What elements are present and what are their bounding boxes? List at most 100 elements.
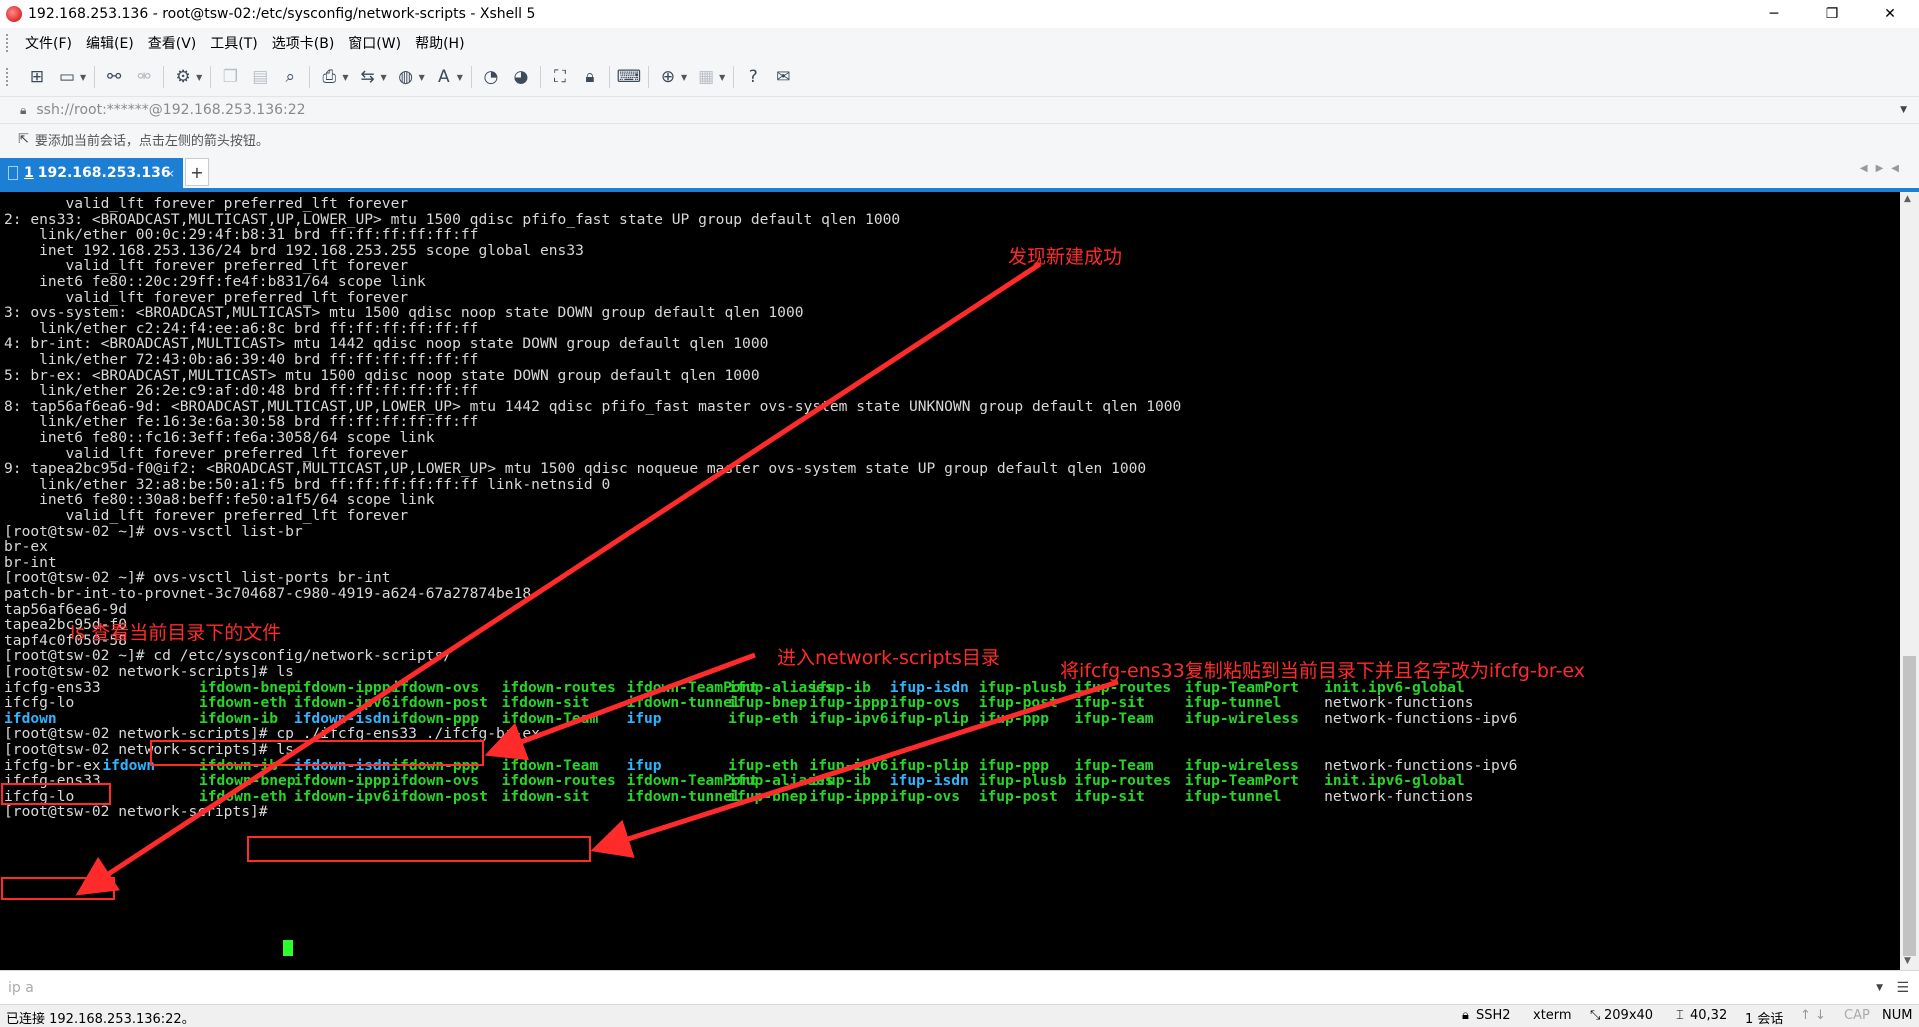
globe-icon[interactable]: ◍ xyxy=(395,66,417,88)
xmanager-icon[interactable]: ◕ xyxy=(510,66,532,88)
ls-entry: ifdown-tunnel xyxy=(626,787,741,805)
tab-scroll-arrows-icon[interactable]: ◀▶◀ xyxy=(1860,163,1907,174)
toolbar-separator xyxy=(94,66,96,88)
fullscreen-icon[interactable]: ⛶ xyxy=(549,66,571,88)
menu-window[interactable]: 窗口(W) xyxy=(341,33,408,53)
menu-tools[interactable]: 工具(T) xyxy=(203,33,264,53)
toolbar-separator xyxy=(210,66,212,88)
tab-label: 192.168.253.136 xyxy=(37,165,171,181)
session-hint-bar: ⇱ 要添加当前会话，点击左侧的箭头按钮。 xyxy=(0,123,1919,154)
tab-session-1[interactable]: 1 192.168.253.136 × xyxy=(0,158,183,188)
scroll-down-icon[interactable]: ▼ xyxy=(1904,956,1911,966)
terminal-line: [root@tsw-02 network-scripts]# xyxy=(4,802,276,821)
session-nav-arrows-icon[interactable]: ↑ ↓ xyxy=(1800,1008,1826,1023)
transfer-dropdown-icon[interactable]: ▼ xyxy=(380,73,386,82)
ls-entry: ifup xyxy=(626,709,662,727)
chat-icon[interactable]: ✉ xyxy=(772,66,794,88)
print-icon[interactable]: ⎙ xyxy=(318,66,340,88)
cursor-pos-icon: ⌶ xyxy=(1676,1008,1684,1023)
menu-bar: 文件(F) 编辑(E) 查看(V) 工具(T) 选项卡(B) 窗口(W) 帮助(… xyxy=(0,28,1919,58)
highlight-cd-command xyxy=(150,740,484,766)
toolbar-separator xyxy=(470,66,472,88)
toolbar-separator xyxy=(539,66,541,88)
restore-button[interactable]: ❐ xyxy=(1803,0,1861,28)
address-bar: 🔒︎ ssh://root:******@192.168.253.136:22 … xyxy=(0,96,1919,123)
add-tab-dropdown-icon[interactable]: ▼ xyxy=(681,73,687,82)
command-input[interactable]: ip a xyxy=(8,980,34,996)
lock-icon: 🔒︎ xyxy=(20,102,27,117)
ls-entry: ifup-tunnel xyxy=(1184,787,1282,805)
title-bar: 192.168.253.136 - root@tsw-02:/etc/sysco… xyxy=(0,0,1919,28)
layout-icon[interactable]: ▦ xyxy=(695,66,717,88)
properties-dropdown-icon[interactable]: ▼ xyxy=(196,73,202,82)
add-tab-icon[interactable]: ⊕ xyxy=(657,66,679,88)
command-dropdown-icon[interactable]: ▼ xyxy=(1876,983,1883,993)
address-dropdown-icon[interactable]: ▼ xyxy=(1900,105,1907,115)
ssh-lock-icon: 🔒︎ xyxy=(1462,1008,1469,1023)
menu-grip xyxy=(6,34,12,52)
open-dropdown-icon[interactable]: ▼ xyxy=(80,73,86,82)
ls-entry: network-functions-ipv6 xyxy=(1324,709,1518,727)
toolbar-separator xyxy=(309,66,311,88)
ls-entry: ifup-ippp xyxy=(809,787,889,805)
terminal-line-text: [root@tsw-02 network-scripts]# xyxy=(4,803,277,821)
menu-file[interactable]: 文件(F) xyxy=(18,33,79,53)
annotation-enter-dir: 进入network-scripts目录 xyxy=(777,647,1000,669)
scrollbar-thumb[interactable] xyxy=(1903,656,1916,956)
new-session-icon[interactable]: ⊞ xyxy=(26,66,48,88)
font-icon[interactable]: A xyxy=(433,66,455,88)
transfer-icon[interactable]: ⇆ xyxy=(356,66,378,88)
ls-entry: ifup-ovs xyxy=(889,787,961,805)
print-dropdown-icon[interactable]: ▼ xyxy=(342,73,348,82)
keyboard-icon[interactable]: ⌨ xyxy=(617,66,642,88)
ls-entry: ifup-ppp xyxy=(978,709,1049,727)
minimize-button[interactable]: ─ xyxy=(1745,0,1803,28)
ls-entry: ifdown-ipv6 xyxy=(293,787,391,805)
layout-dropdown-icon[interactable]: ▼ xyxy=(719,73,725,82)
lock-icon[interactable]: 🔒︎ xyxy=(579,66,601,88)
window-title: 192.168.253.136 - root@tsw-02:/etc/sysco… xyxy=(28,6,536,22)
menu-edit[interactable]: 编辑(E) xyxy=(79,33,141,53)
command-menu-icon[interactable]: ☰ xyxy=(1896,980,1909,996)
paste-icon[interactable]: ▤ xyxy=(249,66,271,88)
add-tab-button[interactable]: + xyxy=(185,158,209,186)
window-controls: ─ ❐ ✕ xyxy=(1745,0,1919,28)
menu-help[interactable]: 帮助(H) xyxy=(408,33,471,53)
terminal-line: [root@tsw-02 ~]# ovs-vsctl list-br xyxy=(4,522,303,541)
ls-entry: ifup-wireless xyxy=(1184,709,1299,727)
xftp-icon[interactable]: ◔ xyxy=(480,66,502,88)
highlight-ifcfg-br-ex xyxy=(1,877,115,900)
scroll-up-icon[interactable]: ▲ xyxy=(1904,194,1911,204)
help-icon[interactable]: ? xyxy=(742,66,764,88)
font-dropdown-icon[interactable]: ▼ xyxy=(457,73,463,82)
ls-entry: ifup-post xyxy=(978,787,1058,805)
ls-entry: ifdown xyxy=(102,756,156,774)
ls-entry: ifdown-post xyxy=(391,787,488,805)
ls-entry: ifup-eth xyxy=(728,709,799,727)
menu-tabs[interactable]: 选项卡(B) xyxy=(265,33,342,53)
toolbar-grip xyxy=(6,68,12,86)
reconnect-icon[interactable]: ⚯ xyxy=(103,66,125,88)
ls-entry: ifup-plip xyxy=(889,709,969,727)
open-folder-icon[interactable]: ▭ xyxy=(56,66,78,88)
ls-entry: ifup-Team xyxy=(1074,709,1154,727)
copy-icon[interactable]: ❐ xyxy=(219,66,241,88)
tab-close-icon[interactable]: × xyxy=(166,167,175,180)
annotation-found-success: 发现新建成功 xyxy=(1008,246,1123,268)
status-cap: CAP xyxy=(1844,1008,1870,1023)
terminal-scrollbar[interactable]: ▲ ▼ xyxy=(1900,192,1919,970)
terminal-line-text: [root@tsw-02 ~]# ovs-vsctl list-br xyxy=(4,522,303,540)
session-add-arrow-icon[interactable]: ⇱ xyxy=(18,132,29,147)
globe-dropdown-icon[interactable]: ▼ xyxy=(419,73,425,82)
address-input[interactable]: ssh://root:******@192.168.253.136:22 xyxy=(36,102,305,118)
resize-icon: ⤡ xyxy=(1590,1008,1601,1023)
status-protocol: SSH2 xyxy=(1476,1008,1511,1023)
ls-entry: ifup-sit xyxy=(1074,787,1145,805)
close-button[interactable]: ✕ xyxy=(1861,0,1919,28)
tab-number: 1 xyxy=(24,165,34,181)
menu-view[interactable]: 查看(V) xyxy=(141,33,204,53)
find-icon[interactable]: ⌕ xyxy=(279,66,301,88)
disconnect-icon[interactable]: ⚮ xyxy=(133,66,155,88)
properties-icon[interactable]: ⚙ xyxy=(172,66,194,88)
toolbar-separator xyxy=(733,66,735,88)
